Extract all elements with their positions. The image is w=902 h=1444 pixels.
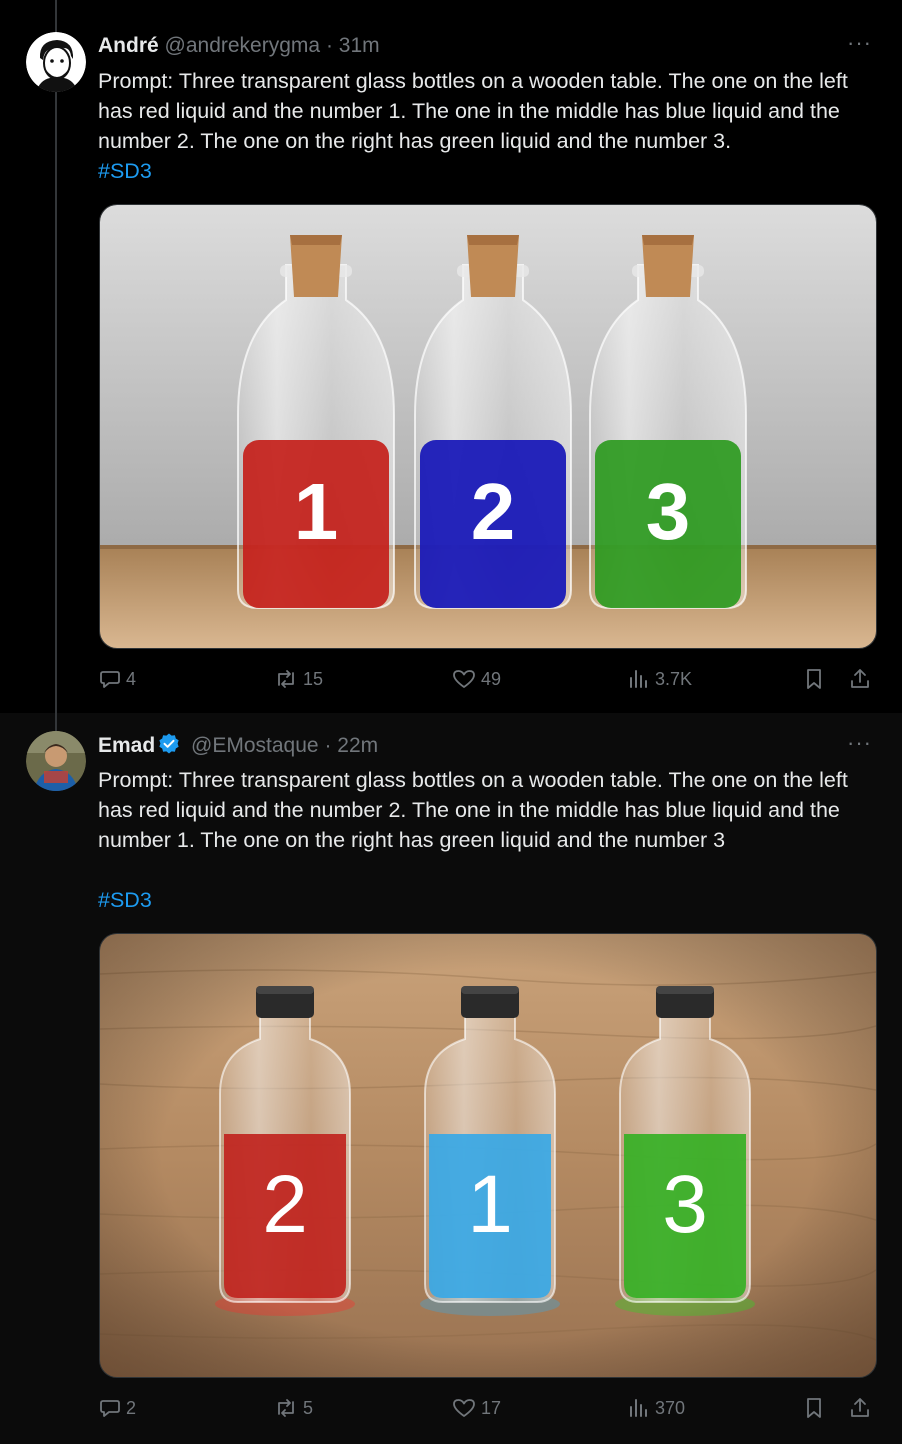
- like-icon: [453, 1399, 475, 1417]
- repost-button[interactable]: 15: [273, 667, 323, 691]
- bottle-number-1: 1: [294, 467, 339, 556]
- share-icon: [851, 1398, 869, 1417]
- tweet-emad[interactable]: Emad @EMostaque · 22m ··· Prompt: Three …: [0, 713, 902, 1444]
- hashtag-link[interactable]: #SD3: [98, 888, 152, 912]
- author-handle[interactable]: @andrekerygma: [165, 34, 321, 57]
- more-icon[interactable]: ···: [847, 30, 872, 56]
- bottle-number-2: 2: [471, 467, 516, 556]
- thread-line-top: [55, 0, 57, 32]
- share-button[interactable]: [848, 667, 872, 691]
- timestamp[interactable]: 22m: [337, 734, 378, 757]
- views-icon: [630, 670, 647, 688]
- tweet-header: André @andrekerygma · 31m: [98, 33, 380, 59]
- reply-button[interactable]: 2: [98, 1396, 136, 1420]
- separator-dot: ·: [325, 34, 333, 57]
- prompt-text: Prompt: Three transparent glass bottles …: [98, 768, 848, 852]
- reply-count: 4: [126, 668, 137, 689]
- bottle-number-2: 2: [262, 1159, 308, 1250]
- tweet-image[interactable]: 1 2 3: [99, 204, 877, 649]
- views-count: 370: [655, 1397, 686, 1418]
- separator-dot: ·: [324, 734, 332, 757]
- reply-icon: [100, 1400, 120, 1417]
- like-icon: [453, 670, 475, 688]
- action-bar: 4 15 49 3.7K: [98, 667, 878, 697]
- repost-icon: [278, 670, 294, 688]
- verified-badge-icon: [157, 732, 181, 763]
- bottle-number-1: 1: [467, 1159, 513, 1250]
- thread-line-top: [55, 713, 57, 733]
- repost-count: 15: [303, 668, 324, 689]
- hashtag-link[interactable]: #SD3: [98, 159, 152, 183]
- views-icon: [630, 1399, 647, 1417]
- author-handle[interactable]: @EMostaque: [191, 734, 319, 757]
- like-count: 49: [481, 668, 502, 689]
- bookmark-icon: [807, 1398, 821, 1418]
- bottle-number-3: 3: [646, 467, 691, 556]
- tweet-header: Emad @EMostaque · 22m: [98, 732, 378, 763]
- more-icon[interactable]: ···: [847, 730, 872, 756]
- reply-icon: [100, 671, 120, 688]
- views-button[interactable]: 3.7K: [627, 667, 692, 691]
- bookmark-icon: [807, 669, 821, 689]
- share-button[interactable]: [848, 1396, 872, 1420]
- prompt-text: Prompt: Three transparent glass bottles …: [98, 69, 848, 153]
- repost-count: 5: [303, 1397, 314, 1418]
- tweet-image[interactable]: 2 1 3: [99, 933, 877, 1378]
- like-count: 17: [481, 1397, 502, 1418]
- action-bar: 2 5 17 370: [98, 1396, 878, 1426]
- avatar[interactable]: [26, 731, 86, 791]
- bookmark-button[interactable]: [802, 1396, 826, 1420]
- bottle-number-3: 3: [662, 1159, 708, 1250]
- thread-line: [55, 92, 57, 713]
- tweet-andre[interactable]: André @andrekerygma · 31m ··· Prompt: Th…: [0, 0, 902, 713]
- avatar[interactable]: [26, 32, 86, 92]
- bookmark-button[interactable]: [802, 667, 826, 691]
- reply-count: 2: [126, 1397, 137, 1418]
- repost-icon: [278, 1399, 294, 1417]
- repost-button[interactable]: 5: [273, 1396, 313, 1420]
- views-button[interactable]: 370: [627, 1396, 685, 1420]
- author-name[interactable]: Emad: [98, 734, 155, 757]
- author-name[interactable]: André: [98, 34, 159, 57]
- share-icon: [851, 669, 869, 688]
- timestamp[interactable]: 31m: [339, 34, 380, 57]
- like-button[interactable]: 17: [451, 1396, 501, 1420]
- views-count: 3.7K: [655, 668, 693, 689]
- tweet-text: Prompt: Three transparent glass bottles …: [98, 765, 873, 915]
- tweet-text: Prompt: Three transparent glass bottles …: [98, 66, 873, 186]
- reply-button[interactable]: 4: [98, 667, 136, 691]
- like-button[interactable]: 49: [451, 667, 501, 691]
